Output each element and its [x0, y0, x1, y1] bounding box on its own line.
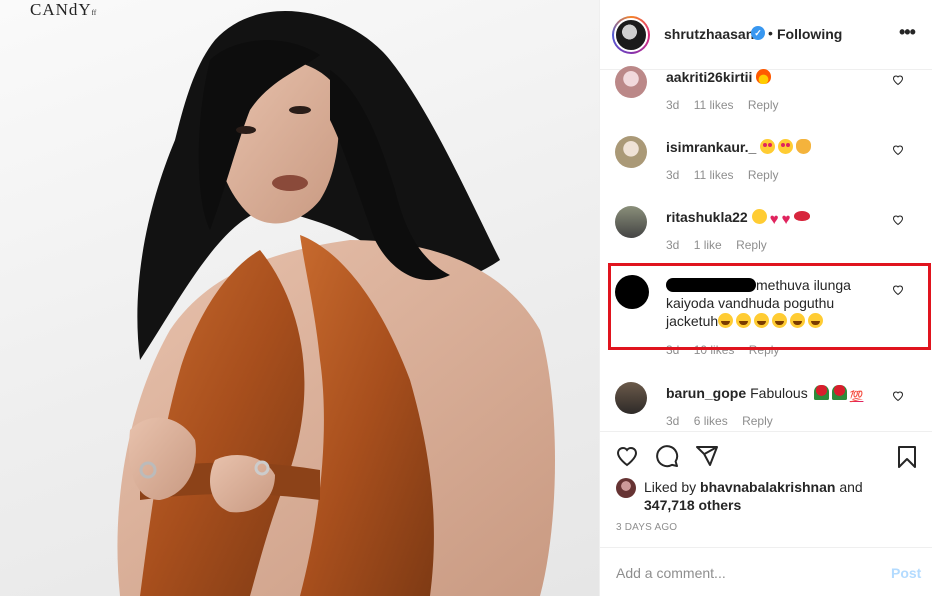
comment-meta: 3d 6 likes Reply	[666, 414, 784, 428]
photo-illustration	[117, 11, 555, 596]
comment-likes[interactable]: 6 likes	[694, 414, 728, 428]
comment-age: 3d	[666, 414, 680, 428]
comment-likes[interactable]: 11 likes	[694, 168, 734, 182]
separator-dot: •	[768, 25, 773, 41]
reply-button[interactable]: Reply	[742, 414, 773, 428]
commenter-avatar[interactable]	[615, 66, 647, 98]
comment-text: ritashukla22 ♥ ♥	[666, 208, 880, 229]
send-icon[interactable]	[694, 444, 720, 468]
smile-emoji-icon	[751, 209, 767, 224]
comment-age: 3d	[666, 168, 680, 182]
liker-avatar[interactable]	[616, 478, 636, 498]
rose-emoji-icon	[831, 385, 847, 400]
comment-username[interactable]: aakriti26kirtii	[666, 69, 752, 85]
heart-eyes-emoji-icon	[778, 139, 794, 154]
comment-age: 3d	[666, 238, 680, 252]
post-side-panel: shrutzhaasan ✓ • Following ••• aakriti26…	[599, 0, 932, 596]
highlight-box	[608, 263, 931, 350]
post-username[interactable]: shrutzhaasan	[664, 26, 754, 42]
post-actions: Liked by bhavnabalakrishnan and 347,718 …	[600, 431, 932, 533]
heart-eyes-emoji-icon	[760, 139, 776, 154]
hundred-emoji-icon: 💯	[849, 391, 864, 403]
reply-button[interactable]: Reply	[748, 168, 779, 182]
post-timestamp[interactable]: 3 DAYS AGO	[616, 522, 677, 533]
comment-username[interactable]: isimrankaur._	[666, 139, 756, 155]
more-icon[interactable]: •••	[899, 22, 916, 43]
fire-emoji-icon	[756, 69, 772, 84]
comment-like-heart-icon[interactable]	[892, 214, 904, 226]
comment-like-heart-icon[interactable]	[892, 390, 904, 402]
reply-button[interactable]: Reply	[748, 98, 779, 112]
comment-likes[interactable]: 1 like	[694, 238, 722, 252]
comment-username[interactable]: ritashukla22	[666, 209, 748, 225]
comment-like-heart-icon[interactable]	[892, 74, 904, 86]
comment-icon[interactable]	[654, 444, 680, 468]
likes-count[interactable]: 347,718 others	[644, 496, 741, 514]
comment-meta: 3d 11 likes Reply	[666, 98, 790, 112]
bookmark-icon[interactable]	[895, 444, 919, 470]
add-comment-input[interactable]: Add a comment...	[616, 565, 726, 581]
liked-by-user[interactable]: bhavnabalakrishnan	[700, 479, 835, 495]
comment-body: Fabulous	[750, 385, 808, 401]
commenter-avatar[interactable]	[615, 136, 647, 168]
liked-by-prefix: Liked by	[644, 479, 697, 495]
red-heart-emoji-icon: ♥	[781, 211, 791, 228]
heart-icon[interactable]	[614, 444, 640, 468]
post-photo[interactable]: CANdYff	[0, 0, 599, 596]
clap-emoji-icon	[796, 139, 812, 154]
liked-by-and: and	[839, 479, 863, 495]
comment-age: 3d	[666, 98, 680, 112]
comment-item: isimrankaur._ 3d 11 likes Reply	[600, 136, 932, 198]
comment-item: aakriti26kirtii 3d 11 likes Reply	[600, 66, 932, 128]
profile-avatar[interactable]	[612, 16, 650, 54]
post-comment-button[interactable]: Post	[891, 565, 921, 581]
comment-likes[interactable]: 11 likes	[694, 98, 734, 112]
red-heart-emoji-icon: ♥	[769, 211, 779, 228]
commenter-avatar[interactable]	[615, 382, 647, 414]
comment-like-heart-icon[interactable]	[892, 144, 904, 156]
add-comment-bar: Add a comment... Post	[600, 547, 932, 596]
comment-text: isimrankaur._	[666, 138, 880, 156]
comment-text: aakriti26kirtii	[666, 68, 880, 86]
reply-button[interactable]: Reply	[736, 238, 767, 252]
rose-emoji-icon	[813, 385, 829, 400]
lips-emoji-icon	[793, 211, 810, 221]
post-header: shrutzhaasan ✓ • Following •••	[600, 0, 932, 70]
comment-meta: 3d 11 likes Reply	[666, 168, 790, 182]
following-button[interactable]: Following	[777, 26, 842, 42]
comment-username[interactable]: barun_gope	[666, 385, 746, 401]
commenter-avatar[interactable]	[615, 206, 647, 238]
comment-item: ritashukla22 ♥ ♥ 3d 1 like Reply	[600, 206, 932, 268]
comment-meta: 3d 1 like Reply	[666, 238, 778, 252]
verified-badge-icon: ✓	[751, 26, 765, 40]
watermark-logo: CANdYff	[30, 0, 97, 19]
comment-text: barun_gope Fabulous 💯	[666, 384, 880, 406]
